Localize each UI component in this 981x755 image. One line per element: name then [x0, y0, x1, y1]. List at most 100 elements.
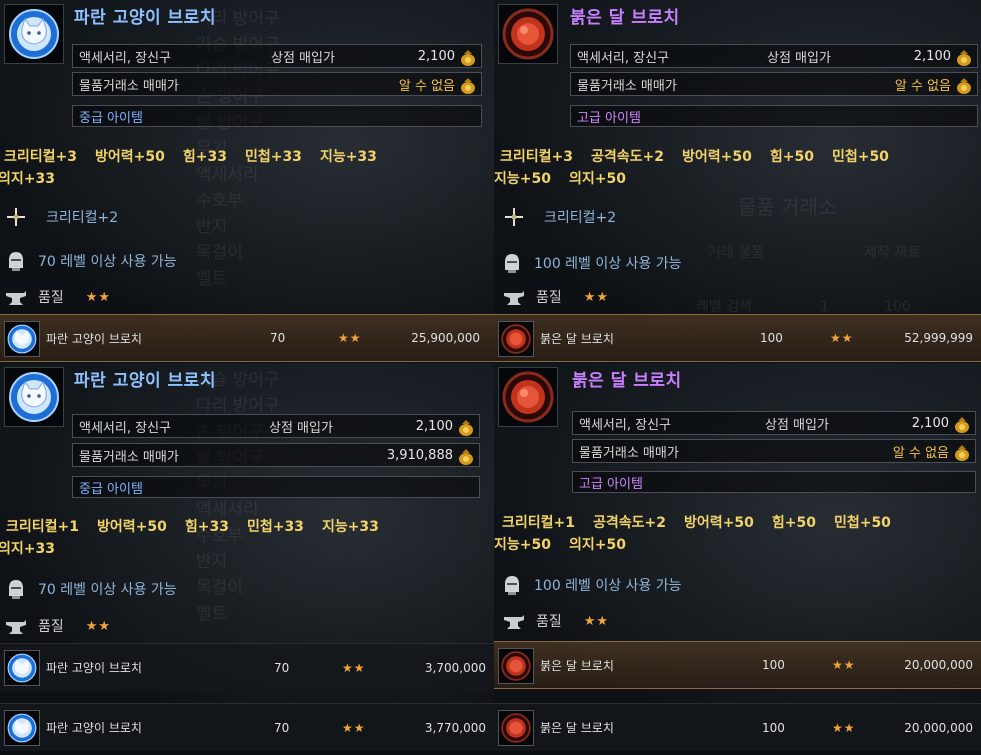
shop-buy-value: 2,100 — [913, 48, 951, 64]
stats-list: 크리티컬+1 공격속도+2 방어력+50 힘+50 민첩+50 지능+50 의지+50 — [494, 512, 909, 556]
market-price-label: 물품거래소 매매가 — [577, 78, 677, 94]
red-moon-brooch-icon — [498, 4, 558, 64]
shop-buy-label: 상점 매입가 — [269, 420, 333, 436]
stat-item: 민첩+50 — [833, 515, 891, 531]
item-tooltip-panel-1: 다리 방어구 가슴 방어구 다리 방어구 손 방어구 발 방어구 무기 액세서리… — [0, 0, 494, 363]
quality-stars: ★★ — [85, 618, 112, 634]
stat-item: 의지+33 — [0, 171, 55, 187]
stat-item: 힘+50 — [769, 149, 814, 165]
sword-icon — [502, 206, 526, 228]
stats-list: 크리티컬+1 방어력+50 힘+33 민첩+33 지능+33 의지+33 — [0, 516, 397, 560]
stat-item: 공격속도+2 — [591, 149, 664, 165]
market-listing-row[interactable]: 파란 고양이 브로치 70 ★★ 3,700,000 — [0, 643, 494, 691]
market-price-label: 물품거래소 매매가 — [579, 445, 679, 461]
market-price-label: 물품거래소 매매가 — [79, 78, 179, 94]
bonus-line: 크리티컬+2 — [502, 206, 616, 228]
listing-price: 25,900,000 — [411, 331, 480, 345]
market-listing-row[interactable]: 붉은 달 브로치 100 ★★ 20,000,000 — [494, 703, 981, 751]
stat-item: 크리티컬+3 — [500, 149, 573, 165]
stat-item: 크리티컬+3 — [4, 149, 77, 165]
grade-badge: 중급 아이템 — [72, 105, 482, 127]
quality-stars: ★★ — [85, 289, 112, 305]
gold-pouch-icon — [461, 50, 475, 66]
stat-item: 힘+33 — [184, 519, 229, 535]
listing-stars: ★★ — [338, 331, 362, 345]
grade-badge: 고급 아이템 — [570, 105, 978, 127]
market-price-row: 물품거래소 매매가 3,910,888 — [72, 443, 480, 467]
bonus-text: 크리티컬+2 — [544, 210, 617, 226]
gold-pouch-icon — [957, 78, 971, 94]
stat-item: 지능+50 — [494, 537, 551, 553]
market-price-row: 물품거래소 매매가 알 수 없음 — [570, 72, 978, 96]
gold-pouch-icon — [459, 420, 473, 436]
level-requirement-text: 100 레벨 이상 사용 가능 — [534, 256, 682, 272]
quality-stars: ★★ — [583, 289, 610, 305]
blue-cat-brooch-icon — [4, 710, 40, 746]
listing-stars: ★★ — [830, 331, 854, 345]
knight-helmet-icon — [500, 252, 524, 274]
item-title: 붉은 달 브로치 — [572, 371, 682, 391]
red-moon-brooch-icon — [498, 710, 534, 746]
market-price-value: 알 수 없음 — [398, 78, 455, 94]
category-label: 액세서리, 장신구 — [79, 420, 171, 436]
red-moon-brooch-icon — [498, 321, 534, 357]
stat-item: 크리티컬+1 — [6, 519, 79, 535]
background-tab-craft: 제작 재료 — [864, 245, 920, 261]
category-price-row: 액세서리, 장신구 상점 매입가 2,100 — [72, 44, 482, 68]
market-listing-row[interactable]: 붉은 달 브로치 100 ★★ 20,000,000 — [494, 641, 981, 689]
blue-cat-brooch-icon — [4, 650, 40, 686]
shop-buy-value: 2,100 — [911, 415, 949, 431]
stat-item: 힘+33 — [182, 149, 227, 165]
quality-label: 품질 — [536, 290, 562, 306]
anvil-icon — [502, 286, 526, 308]
grade-badge: 중급 아이템 — [72, 476, 480, 498]
listing-price: 3,770,000 — [424, 720, 486, 735]
category-price-row: 액세서리, 장신구 상점 매입가 2,100 — [570, 44, 978, 68]
gold-pouch-icon — [955, 445, 969, 461]
quality-stars: ★★ — [583, 613, 610, 629]
item-title: 파란 고양이 브로치 — [74, 8, 216, 28]
stat-item: 의지+50 — [568, 537, 626, 553]
market-listing-row[interactable]: 붉은 달 브로치 100 ★★ 52,999,999 — [494, 314, 981, 362]
listing-level: 70 — [274, 660, 290, 675]
category-label: 액세서리, 장신구 — [579, 417, 671, 433]
category-label: 액세서리, 장신구 — [79, 50, 171, 66]
market-listing-row[interactable]: 파란 고양이 브로치 70 ★★ 3,770,000 — [0, 703, 494, 751]
stats-list: 크리티컬+3 공격속도+2 방어력+50 힘+50 민첩+50 지능+50 의지+50 — [494, 146, 907, 190]
stat-item: 의지+33 — [0, 541, 55, 557]
listing-stars: ★★ — [832, 658, 856, 672]
knight-helmet-icon — [4, 578, 28, 600]
listing-name: 파란 고양이 브로치 — [46, 331, 142, 346]
listing-name: 파란 고양이 브로치 — [46, 661, 142, 675]
market-price-row: 물품거래소 매매가 알 수 없음 — [572, 439, 976, 463]
quality-label: 품질 — [38, 290, 64, 306]
stat-item: 공격속도+2 — [593, 515, 666, 531]
item-tooltip-panel-4: 붉은 달 브로치 액세서리, 장신구 상점 매입가 2,100 물품거래소 매매… — [494, 363, 981, 755]
background-market-title: 물품 거래소 — [738, 195, 837, 219]
stat-item: 민첩+50 — [831, 149, 889, 165]
stat-item: 지능+33 — [319, 149, 377, 165]
listing-name: 붉은 달 브로치 — [540, 658, 614, 673]
listing-price: 52,999,999 — [904, 331, 973, 345]
listing-price: 20,000,000 — [904, 658, 973, 672]
gold-pouch-icon — [461, 78, 475, 94]
quality-line: 품질 ★★ — [4, 286, 111, 308]
knight-helmet-icon — [4, 250, 28, 272]
stat-item: 지능+33 — [321, 519, 379, 535]
market-listing-row[interactable]: 파란 고양이 브로치 70 ★★ 25,900,000 — [0, 314, 494, 362]
blue-cat-brooch-icon — [4, 4, 64, 64]
stat-item: 방어력+50 — [97, 519, 167, 535]
level-requirement-text: 70 레벨 이상 사용 가능 — [38, 254, 177, 270]
stat-item: 방어력+50 — [684, 515, 754, 531]
market-price-row: 물품거래소 매매가 알 수 없음 — [72, 72, 482, 96]
red-moon-brooch-icon — [498, 648, 534, 684]
listing-name: 파란 고양이 브로치 — [46, 721, 142, 735]
listing-price: 20,000,000 — [904, 720, 973, 735]
market-price-value: 3,910,888 — [386, 447, 453, 463]
level-requirement-line: 100 레벨 이상 사용 가능 — [500, 574, 682, 596]
shop-buy-label: 상점 매입가 — [767, 50, 831, 66]
blue-cat-brooch-icon — [4, 367, 64, 427]
shop-buy-value: 2,100 — [417, 48, 455, 64]
shop-buy-label: 상점 매입가 — [271, 50, 335, 66]
gold-pouch-icon — [459, 449, 473, 465]
